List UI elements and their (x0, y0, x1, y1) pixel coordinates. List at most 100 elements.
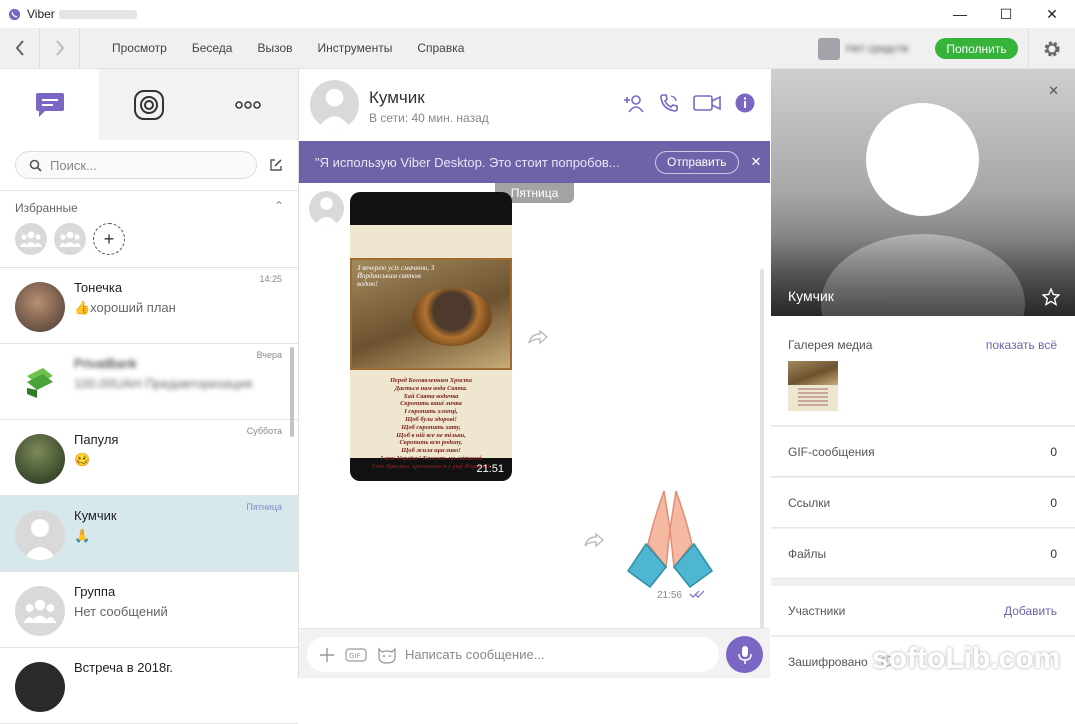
close-window-button[interactable]: ✕ (1029, 0, 1075, 28)
files-label: Файлы (788, 547, 827, 561)
tab-chats[interactable] (0, 69, 99, 140)
menu-tools[interactable]: Инструменты (318, 41, 393, 55)
back-button[interactable] (0, 27, 40, 69)
search-icon (29, 159, 42, 172)
chat-time: 14:25 (259, 274, 282, 284)
search-box[interactable] (15, 151, 257, 179)
account-balance[interactable]: Нет средств (818, 36, 926, 61)
chat-list: Тонечка 👍хороший план 14:25 PrivatBank 1… (0, 268, 298, 724)
favorites-section: Избранные ⌃ + (0, 191, 298, 268)
chat-item-privatbank[interactable]: PrivatBank 100.00UAH Предавторизация Вче… (0, 344, 298, 420)
close-icon[interactable]: ✕ (751, 154, 762, 170)
add-participant-icon[interactable] (623, 93, 645, 113)
microphone-icon (737, 645, 752, 664)
svg-text:GIF: GIF (349, 652, 361, 660)
invite-send-button[interactable]: Отправить (655, 150, 739, 174)
thumbnail-top (788, 361, 838, 385)
star-icon[interactable] (1042, 288, 1060, 306)
menu-help[interactable]: Справка (417, 41, 464, 55)
settings-button[interactable] (1028, 28, 1075, 69)
chat-preview: 🥴 (74, 452, 91, 467)
maximize-button[interactable]: ☐ (983, 0, 1029, 28)
forward-icon[interactable] (527, 329, 549, 345)
photo-message[interactable]: З вечерею усіх смачною, З Йорданським св… (350, 192, 512, 481)
gif-row[interactable]: GIF-сообщения 0 (771, 427, 1075, 477)
links-row[interactable]: Ссылки 0 (771, 478, 1075, 528)
chat-item-group[interactable]: Группа Нет сообщений (0, 572, 298, 648)
links-count: 0 (1050, 496, 1057, 510)
voice-message-button[interactable] (726, 636, 763, 673)
forward-icon[interactable] (583, 532, 605, 548)
photo-image: З вечерею усіх смачною, З Йорданським св… (350, 225, 512, 470)
chevron-left-icon (15, 40, 24, 56)
chevron-up-icon[interactable]: ⌃ (274, 199, 284, 213)
thumbnail-lines (798, 388, 828, 390)
menu-call[interactable]: Вызов (257, 41, 292, 55)
photo-shade (771, 236, 1075, 316)
files-row[interactable]: Файлы 0 (771, 529, 1075, 579)
praying-hands-sticker[interactable] (624, 489, 717, 591)
contact-avatar[interactable] (310, 80, 359, 129)
links-label: Ссылки (788, 496, 831, 510)
gif-icon[interactable]: GIF (345, 647, 369, 663)
chat-scrollbar[interactable] (760, 269, 764, 644)
invite-banner-text: "Я использую Viber Desktop. Это стоит по… (315, 154, 620, 170)
avatar (15, 434, 65, 484)
photo-poem: Перед Богоявленням Христа Дається нам во… (372, 377, 490, 470)
message-composer: GIF (299, 628, 770, 678)
search-input[interactable] (50, 157, 230, 173)
chat-item-tonechka[interactable]: Тонечка 👍хороший план 14:25 (0, 268, 298, 344)
compose-icon[interactable] (269, 158, 283, 172)
avatar (15, 586, 65, 636)
explore-icon (133, 89, 164, 120)
chat-item-papulya[interactable]: Папуля 🥴 Суббота (0, 420, 298, 496)
sticker-icon[interactable] (377, 646, 397, 664)
contact-info-name: Кумчик (788, 288, 834, 304)
menu-conversation[interactable]: Беседа (192, 41, 233, 55)
forward-button[interactable] (40, 27, 80, 69)
chat-preview: 🙏 (74, 528, 91, 543)
phone-number-blurred (58, 9, 137, 19)
close-icon[interactable]: ✕ (1048, 83, 1059, 99)
gallery-label: Галерея медиа (788, 338, 873, 352)
watermark: softoLib.com (872, 642, 1061, 675)
chat-name: Встреча в 2018г. (74, 660, 173, 675)
group-icon (23, 599, 57, 623)
gallery-thumbnail[interactable] (788, 361, 838, 411)
chat-item-meeting-2018[interactable]: Встреча в 2018г. (0, 648, 298, 724)
chat-item-kumchik[interactable]: Кумчик 🙏 Пятница (0, 496, 298, 572)
more-dots-icon (234, 100, 261, 109)
add-member-link[interactable]: Добавить (1004, 604, 1057, 618)
minimize-button[interactable]: — (937, 0, 983, 28)
gear-icon (1044, 41, 1060, 56)
menu-bar: Просмотр Беседа Вызов Инструменты Справк… (0, 27, 1075, 69)
photo-caption-top: З вечерею усіх смачною, З Йорданським св… (357, 264, 435, 288)
sender-avatar (309, 191, 344, 226)
message-input[interactable] (405, 647, 695, 662)
favorite-group-avatar[interactable] (54, 223, 86, 255)
info-icon[interactable] (735, 93, 755, 113)
viber-logo-icon (8, 8, 21, 20)
chat-name: Группа (74, 584, 116, 599)
tab-explore[interactable] (99, 69, 198, 140)
chat-preview: Нет сообщений (74, 604, 168, 619)
person-icon (314, 197, 339, 226)
show-all-link[interactable]: показать всё (986, 338, 1057, 352)
menu-view[interactable]: Просмотр (112, 41, 167, 55)
topup-button[interactable]: Пополнить (935, 38, 1018, 59)
avatar-head-shape (866, 103, 979, 216)
sidebar-scrollbar[interactable] (290, 347, 294, 437)
favorite-group-avatar[interactable] (15, 223, 47, 255)
message-input-box[interactable]: GIF (307, 637, 719, 672)
contact-status: В сети: 40 мин. назад (369, 111, 489, 125)
media-gallery-section: Галерея медиа показать всё (771, 316, 1075, 426)
chat-time: Вчера (256, 350, 282, 360)
person-icon (23, 519, 57, 560)
call-icon[interactable] (659, 93, 679, 113)
video-call-icon[interactable] (693, 94, 721, 112)
add-favorite-button[interactable]: + (93, 223, 125, 255)
photo-top-image: З вечерею усіх смачною, З Йорданським св… (350, 258, 512, 370)
tab-more[interactable] (198, 69, 297, 140)
plus-icon[interactable] (319, 647, 335, 663)
chat-name: Тонечка (74, 280, 123, 295)
